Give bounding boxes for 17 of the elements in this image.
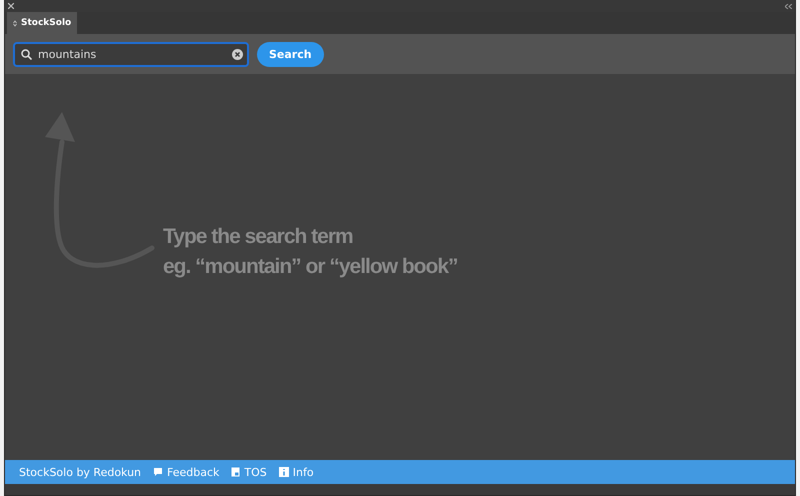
grip-icon <box>13 20 17 26</box>
close-icon[interactable] <box>8 3 14 9</box>
hint-text: Type the search term <box>163 224 354 250</box>
search-button[interactable]: Search <box>257 42 324 66</box>
info-icon <box>278 467 289 477</box>
search-icon <box>21 48 32 60</box>
feedback-link[interactable]: Feedback <box>153 466 220 478</box>
brand-link[interactable]: StockSolo by Redokun <box>19 466 142 478</box>
info-link[interactable]: Info <box>278 466 314 478</box>
document-icon <box>231 467 240 477</box>
tos-link[interactable]: TOS <box>231 466 267 478</box>
clear-icon[interactable] <box>232 48 243 60</box>
panel-tab[interactable]: StockSolo <box>7 12 78 34</box>
speech-bubble-icon <box>153 467 164 477</box>
search-field[interactable]: mountains <box>13 42 249 66</box>
hint-text: eg. “mountain” or “yellow book” <box>163 254 458 280</box>
collapse-icon[interactable] <box>785 4 792 8</box>
